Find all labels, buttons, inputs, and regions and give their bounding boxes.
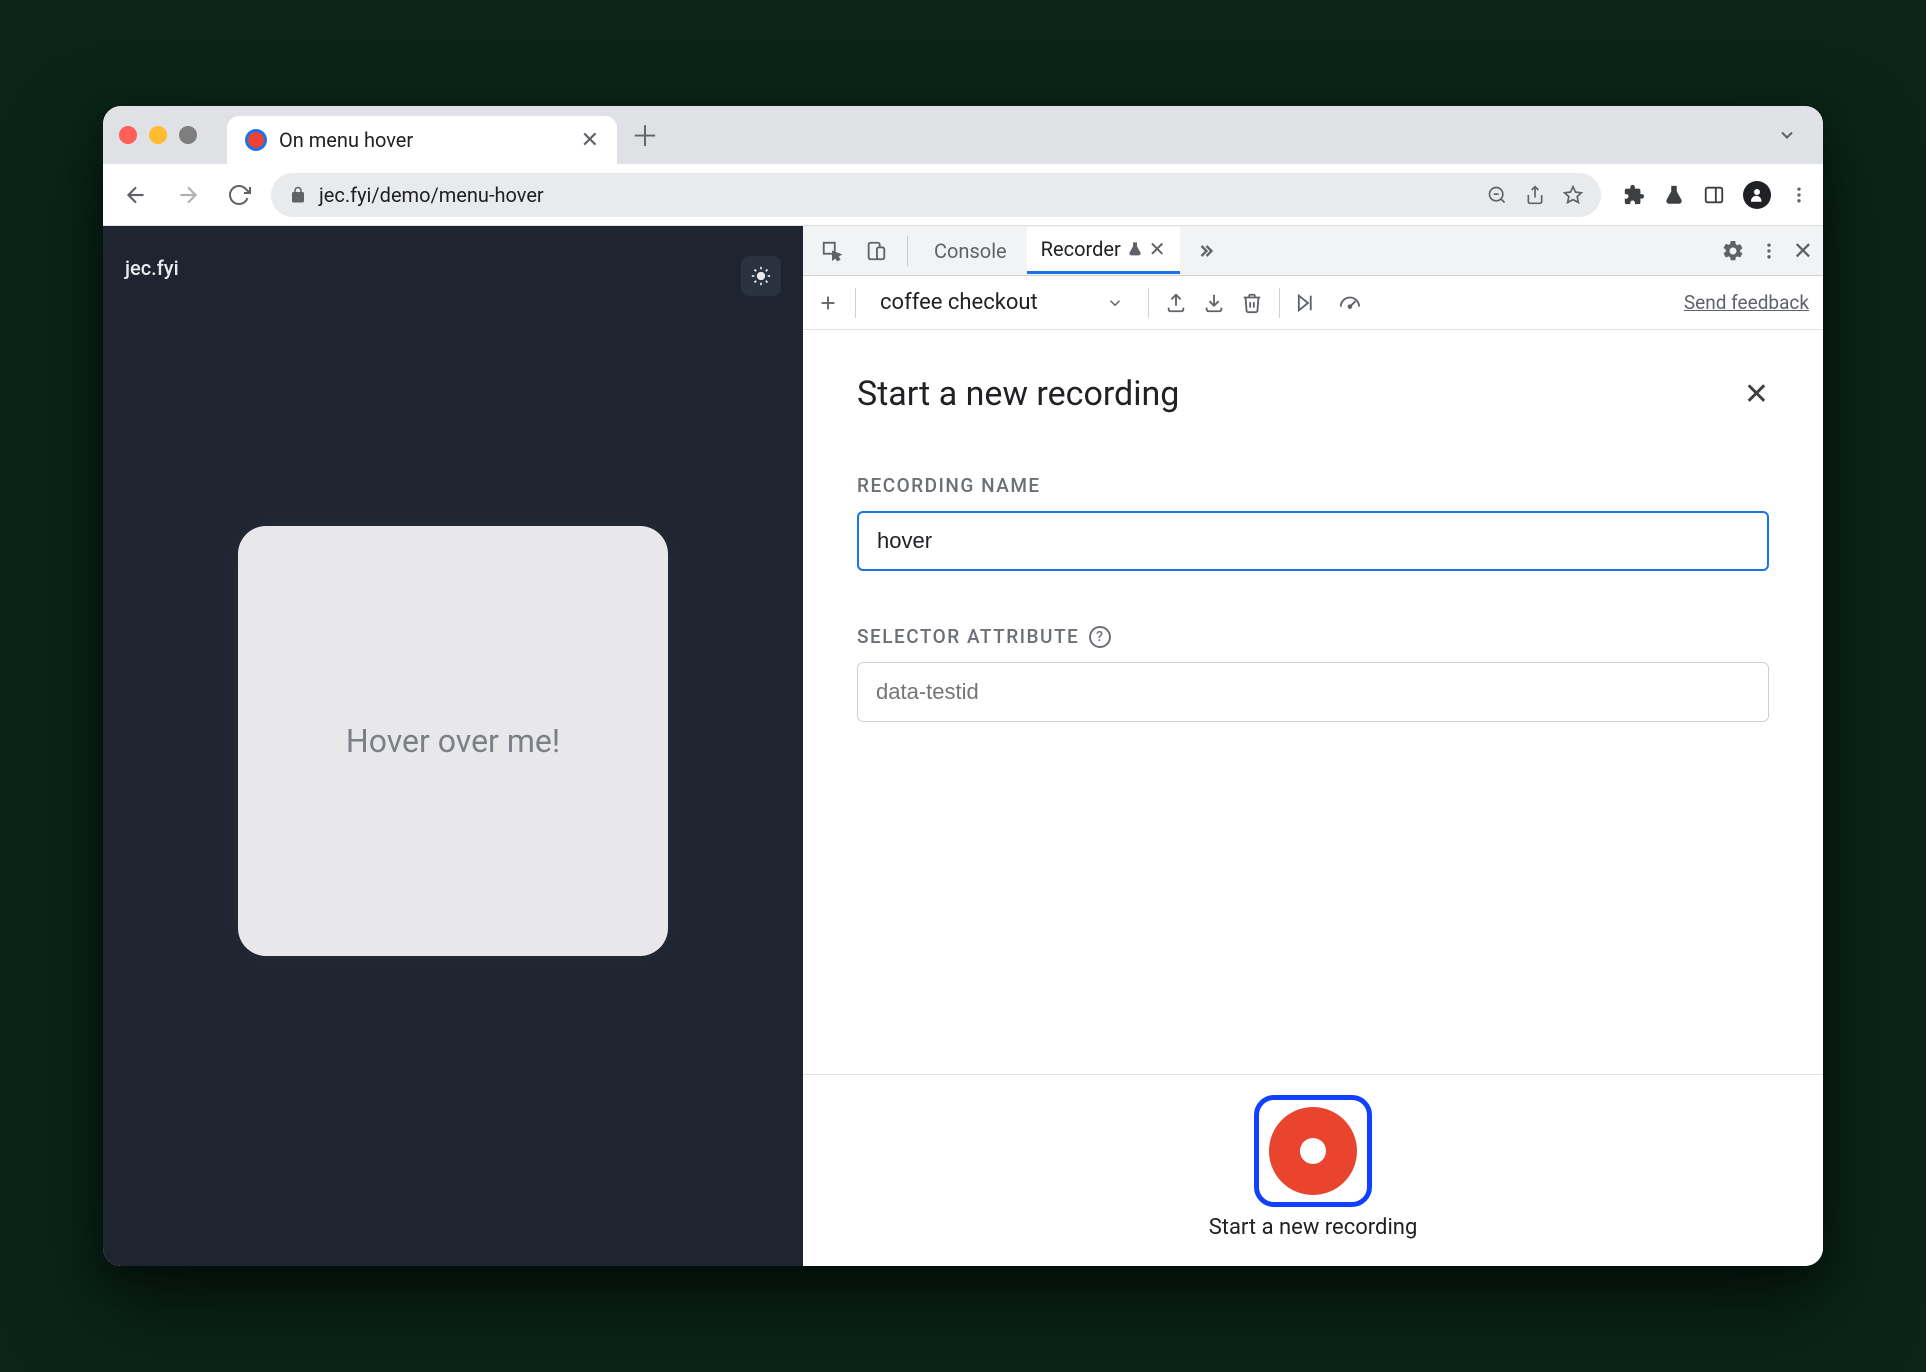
zoom-out-icon[interactable] — [1487, 185, 1507, 205]
webpage: jec.fyi Hover over me! — [103, 226, 803, 1266]
recording-name-input[interactable] — [857, 511, 1769, 571]
settings-icon[interactable] — [1721, 239, 1745, 263]
replay-icon[interactable] — [1296, 292, 1320, 314]
window-controls — [119, 126, 197, 144]
extensions-icon[interactable] — [1623, 184, 1645, 206]
tab-overflow-icon[interactable] — [1777, 125, 1797, 145]
theme-toggle-button[interactable] — [741, 256, 781, 296]
forward-button[interactable] — [169, 176, 207, 214]
maximize-window-button[interactable] — [179, 126, 197, 144]
labs-icon[interactable] — [1663, 184, 1685, 206]
recording-name-label: RECORDING NAME — [857, 474, 1769, 497]
minimize-window-button[interactable] — [149, 126, 167, 144]
omnibox[interactable]: jec.fyi/demo/menu-hover — [271, 173, 1601, 217]
browser-tab[interactable]: On menu hover ✕ — [227, 116, 617, 164]
recording-dropdown[interactable]: coffee checkout — [872, 286, 1132, 319]
titlebar: On menu hover ✕ ＋ — [103, 106, 1823, 164]
inspect-element-icon[interactable] — [813, 234, 851, 268]
help-icon[interactable]: ? — [1089, 626, 1111, 648]
browser-toolbar: jec.fyi/demo/menu-hover — [103, 164, 1823, 226]
close-tab-icon[interactable]: ✕ — [581, 128, 599, 153]
toolbar-icons — [1623, 181, 1809, 209]
close-devtools-icon[interactable]: ✕ — [1793, 237, 1813, 265]
device-toggle-icon[interactable] — [857, 234, 895, 268]
import-icon[interactable] — [1203, 292, 1225, 314]
start-recording-button[interactable] — [1254, 1095, 1372, 1207]
kebab-menu-icon[interactable] — [1759, 241, 1779, 261]
record-icon — [1269, 1107, 1357, 1195]
tab-title: On menu hover — [279, 128, 413, 152]
more-tabs-icon[interactable] — [1186, 235, 1222, 267]
close-panel-icon[interactable]: ✕ — [1744, 377, 1769, 412]
close-panel-tab-icon[interactable]: ✕ — [1149, 237, 1166, 261]
bookmark-icon[interactable] — [1563, 185, 1583, 205]
close-window-button[interactable] — [119, 126, 137, 144]
chevron-down-icon — [1106, 294, 1124, 312]
reload-button[interactable] — [221, 177, 257, 213]
recorder-footer: Start a new recording — [803, 1074, 1823, 1266]
lock-icon — [289, 186, 307, 204]
profile-avatar[interactable] — [1743, 181, 1771, 209]
browser-window: On menu hover ✕ ＋ jec.fyi/demo/menu-hove… — [103, 106, 1823, 1266]
new-recording-icon[interactable] — [817, 292, 839, 314]
hover-card-text: Hover over me! — [346, 722, 560, 760]
share-icon[interactable] — [1525, 185, 1545, 205]
panel-icon[interactable] — [1703, 184, 1725, 206]
flask-icon — [1127, 241, 1143, 257]
selector-attribute-input[interactable] — [857, 662, 1769, 722]
url-text: jec.fyi/demo/menu-hover — [319, 183, 544, 207]
content-area: jec.fyi Hover over me! Console Recorder … — [103, 226, 1823, 1266]
recorder-toolbar: coffee checkout Send feedback — [803, 276, 1823, 330]
selector-attribute-label: SELECTOR ATTRIBUTE — [857, 625, 1079, 648]
devtools-tabstrip: Console Recorder ✕ ✕ — [803, 226, 1823, 276]
delete-icon[interactable] — [1241, 292, 1263, 314]
tab-console[interactable]: Console — [920, 229, 1021, 273]
start-recording-caption: Start a new recording — [1209, 1215, 1418, 1240]
devtools-panel: Console Recorder ✕ ✕ coffee checkout — [803, 226, 1823, 1266]
recorder-panel: Start a new recording ✕ RECORDING NAME S… — [803, 330, 1823, 1266]
menu-icon[interactable] — [1789, 185, 1809, 205]
back-button[interactable] — [117, 176, 155, 214]
favicon-icon — [245, 129, 267, 151]
new-tab-button[interactable]: ＋ — [631, 115, 659, 155]
site-logo-text[interactable]: jec.fyi — [125, 256, 179, 296]
send-feedback-link[interactable]: Send feedback — [1684, 291, 1809, 314]
panel-title: Start a new recording — [857, 374, 1179, 414]
hover-card[interactable]: Hover over me! — [238, 526, 668, 956]
export-icon[interactable] — [1165, 292, 1187, 314]
tab-recorder[interactable]: Recorder ✕ — [1027, 227, 1180, 274]
replay-speed-icon[interactable] — [1336, 292, 1362, 314]
